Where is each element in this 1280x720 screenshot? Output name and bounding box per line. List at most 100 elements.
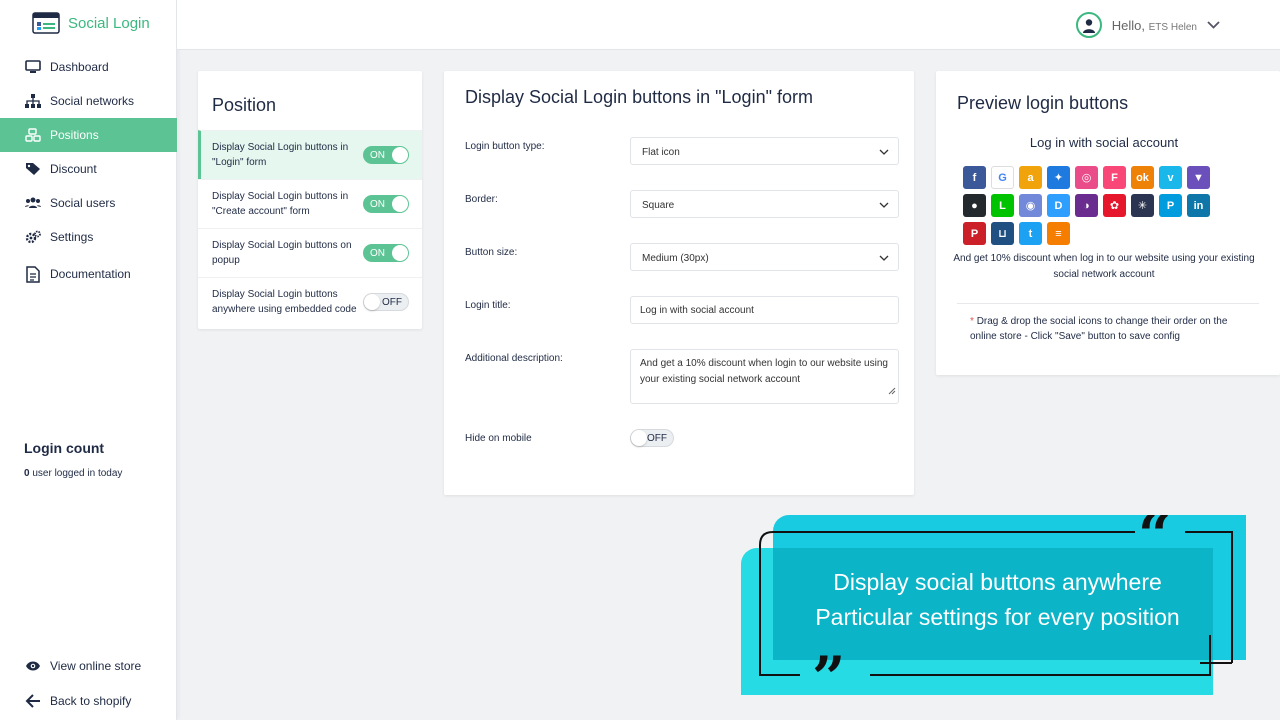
- amazon-icon[interactable]: a: [1019, 166, 1042, 189]
- sidebar-item-social-networks[interactable]: Social networks: [0, 84, 177, 118]
- twitter-icon[interactable]: t: [1019, 222, 1042, 245]
- instagram-icon[interactable]: ◑: [1075, 194, 1098, 217]
- facebook-icon[interactable]: f: [963, 166, 986, 189]
- paypal-icon[interactable]: P: [1159, 194, 1182, 217]
- users-icon: [24, 195, 41, 212]
- toggle-knob: [631, 430, 647, 446]
- additional-description-value: And get a 10% discount when login to our…: [640, 358, 888, 385]
- divider: [957, 303, 1259, 304]
- top-header: Hello, ETS Helen: [177, 0, 1280, 50]
- sidebar-item-documentation[interactable]: Documentation: [0, 254, 177, 294]
- border-label: Border:: [465, 194, 498, 205]
- button-size-select[interactable]: Medium (30px): [630, 243, 899, 271]
- position-item-create-account-form[interactable]: Display Social Login buttons in "Create …: [198, 179, 422, 228]
- sidebar-item-positions[interactable]: Positions: [0, 118, 177, 152]
- position-card: Position Display Social Login buttons in…: [198, 71, 422, 329]
- preview-card-title: Preview login buttons: [957, 93, 1129, 113]
- login-title-input[interactable]: Log in with social account: [630, 296, 899, 324]
- eye-icon: [24, 657, 41, 674]
- avatar-icon: [1075, 12, 1102, 38]
- button-size-value: Medium (30px): [642, 253, 709, 264]
- position-item-label: Display Social Login buttons in "Create …: [212, 191, 349, 217]
- dropbox-icon[interactable]: ✦: [1047, 166, 1070, 189]
- position-item-label: Display Social Login buttons on popup: [212, 240, 352, 266]
- sidebar-item-label: Dashboard: [50, 60, 109, 74]
- hide-on-mobile-label: Hide on mobile: [465, 433, 532, 444]
- login-count-value: 0: [24, 468, 30, 479]
- user-menu[interactable]: Hello, ETS Helen: [1075, 12, 1220, 38]
- sidebar-nav: Dashboard Social networks Positions Disc…: [0, 50, 177, 294]
- sidebar-item-label: Social users: [50, 196, 116, 210]
- additional-description-label: Additional description:: [465, 353, 563, 364]
- chevron-down-icon: [879, 253, 889, 264]
- position-toggle[interactable]: OFF: [363, 293, 409, 311]
- border-value: Square: [642, 200, 675, 211]
- disqus-icon[interactable]: D: [1047, 194, 1070, 217]
- bitbucket-icon[interactable]: ⊔: [991, 222, 1014, 245]
- position-item-embedded-code[interactable]: Display Social Login buttons anywhere us…: [198, 277, 422, 326]
- sidebar: Social Login Dashboard Social networks P…: [0, 0, 177, 720]
- login-count: Login count 0 user logged in today: [24, 440, 122, 479]
- social-login-logo-icon: [32, 12, 60, 34]
- position-toggle[interactable]: ON: [363, 195, 409, 213]
- weibo-icon[interactable]: ✿: [1103, 194, 1126, 217]
- view-online-store-label: View online store: [50, 658, 142, 673]
- github-icon[interactable]: ●: [963, 194, 986, 217]
- login-form-settings-card: Display Social Login buttons in "Login" …: [444, 71, 914, 495]
- dribbble-icon[interactable]: ◎: [1075, 166, 1098, 189]
- banner-line-2: Particular settings for every position: [815, 604, 1180, 630]
- sidebar-item-label: Documentation: [50, 267, 131, 281]
- form-card-title: Display Social Login buttons in "Login" …: [465, 87, 813, 107]
- line-icon[interactable]: L: [991, 194, 1014, 217]
- network-icon: [24, 93, 41, 110]
- position-item-popup[interactable]: Display Social Login buttons on popup ON: [198, 228, 422, 277]
- position-item-label: Display Social Login buttons anywhere us…: [212, 289, 357, 315]
- sidebar-item-label: Positions: [50, 128, 99, 142]
- preview-card: Preview login buttons Log in with social…: [936, 71, 1280, 375]
- preview-login-title: Log in with social account: [1029, 135, 1179, 150]
- back-to-shopify-link[interactable]: Back to shopify: [0, 683, 177, 718]
- gears-icon: [24, 229, 41, 246]
- toggle-knob: [392, 147, 408, 163]
- gitlab-icon[interactable]: ▼: [1187, 166, 1210, 189]
- sidebar-item-dashboard[interactable]: Dashboard: [0, 50, 177, 84]
- position-toggle[interactable]: ON: [363, 244, 409, 262]
- chevron-down-icon: [879, 147, 889, 158]
- border-select[interactable]: Square: [630, 190, 899, 218]
- login-button-type-select[interactable]: Flat icon: [630, 137, 899, 165]
- linkedin-icon[interactable]: in: [1187, 194, 1210, 217]
- sidebar-item-discount[interactable]: Discount: [0, 152, 177, 186]
- pinterest-icon[interactable]: P: [963, 222, 986, 245]
- additional-description-textarea[interactable]: And get a 10% discount when login to our…: [630, 349, 899, 404]
- odnoklassniki-icon[interactable]: ok: [1131, 166, 1154, 189]
- open-quote-icon: “: [1138, 515, 1171, 569]
- sidebar-item-label: Settings: [50, 230, 94, 244]
- login-title-label: Login title:: [465, 300, 511, 311]
- sidebar-item-label: Social networks: [50, 94, 135, 108]
- vimeo-icon[interactable]: v: [1159, 166, 1182, 189]
- sidebar-item-label: Discount: [50, 162, 97, 176]
- yahoo-icon[interactable]: ✳: [1131, 194, 1154, 217]
- brand-name: Social Login: [68, 14, 150, 32]
- discord-icon[interactable]: ◉: [1019, 194, 1042, 217]
- hide-on-mobile-toggle[interactable]: OFF: [630, 429, 674, 447]
- position-item-login-form[interactable]: Display Social Login buttons in "Login" …: [198, 130, 422, 179]
- toggle-knob: [392, 245, 408, 261]
- sidebar-item-settings[interactable]: Settings: [0, 220, 177, 254]
- sidebar-bottom-nav: View online store Back to shopify: [0, 648, 177, 718]
- brand[interactable]: Social Login: [32, 12, 150, 34]
- toggle-state: ON: [370, 149, 385, 161]
- chevron-down-icon[interactable]: [1207, 16, 1220, 34]
- banner-line-1: Display social buttons anywhere: [833, 569, 1162, 595]
- login-count-title: Login count: [24, 440, 105, 456]
- resize-handle-icon[interactable]: [888, 385, 896, 401]
- blogger-icon[interactable]: ≡: [1047, 222, 1070, 245]
- toggle-state: ON: [370, 198, 385, 210]
- google-icon[interactable]: G: [991, 166, 1014, 189]
- greeting: Hello, ETS Helen: [1112, 18, 1197, 33]
- position-toggle[interactable]: ON: [363, 146, 409, 164]
- sidebar-item-social-users[interactable]: Social users: [0, 186, 177, 220]
- foursquare-icon[interactable]: F: [1103, 166, 1126, 189]
- document-icon: [24, 265, 41, 283]
- view-online-store-link[interactable]: View online store: [0, 648, 177, 683]
